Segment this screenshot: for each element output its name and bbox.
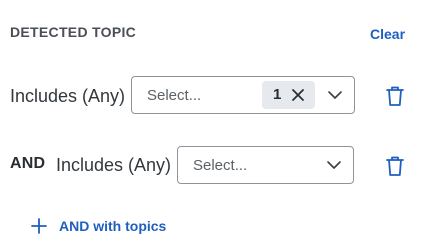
trash-icon[interactable] bbox=[385, 155, 405, 177]
section-title: DETECTED TOPIC bbox=[10, 24, 137, 40]
clear-button[interactable]: Clear bbox=[370, 26, 405, 42]
selected-count-chip: 1 bbox=[262, 81, 315, 109]
plus-icon bbox=[31, 218, 47, 234]
condition-label: Includes (Any) bbox=[56, 155, 172, 175]
select-placeholder: Select... bbox=[193, 157, 248, 174]
chevron-down-icon[interactable] bbox=[326, 159, 342, 171]
add-and-topics-label: AND with topics bbox=[59, 218, 167, 234]
topic-select-1[interactable]: Select... 1 bbox=[131, 76, 355, 114]
close-icon[interactable] bbox=[290, 87, 306, 103]
selected-count: 1 bbox=[273, 86, 282, 103]
and-operator-label: AND bbox=[10, 155, 46, 172]
topic-select-2[interactable]: Select... bbox=[177, 146, 354, 184]
condition-label: Includes (Any) bbox=[10, 86, 126, 106]
chevron-down-icon[interactable] bbox=[327, 89, 343, 101]
trash-icon[interactable] bbox=[385, 85, 405, 107]
select-placeholder: Select... bbox=[147, 87, 202, 104]
